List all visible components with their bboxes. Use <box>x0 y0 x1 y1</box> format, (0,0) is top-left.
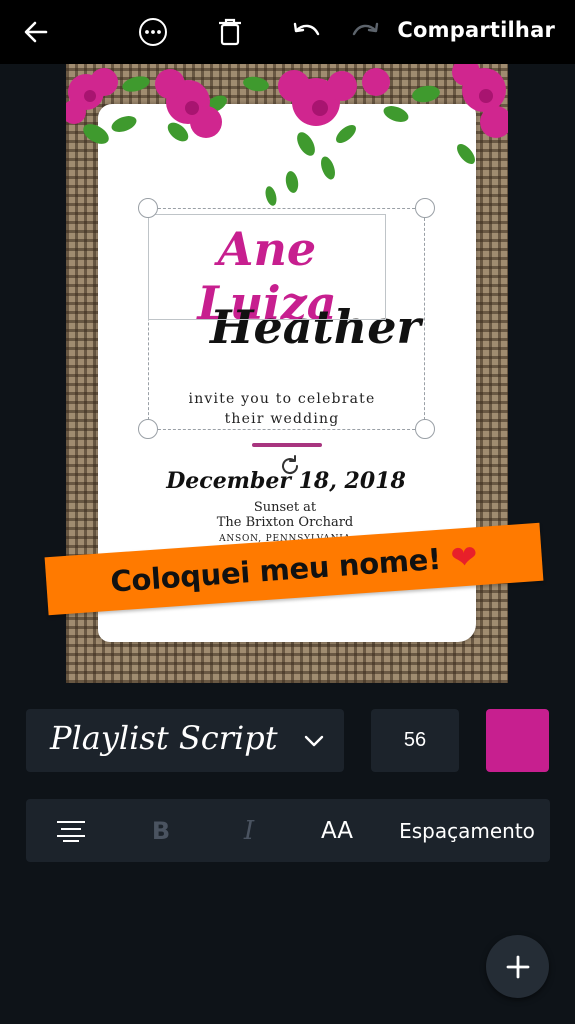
undo-icon <box>293 22 320 36</box>
font-size-field[interactable]: 56 <box>371 709 459 772</box>
align-button[interactable] <box>48 799 94 862</box>
trash-icon <box>219 18 241 46</box>
back-button[interactable] <box>18 14 54 50</box>
resize-handle-bottom-right[interactable] <box>415 419 435 439</box>
redo-icon <box>352 22 379 36</box>
text-frame <box>148 214 386 320</box>
resize-handle-bottom-left[interactable] <box>138 419 158 439</box>
share-button[interactable]: Compartilhar <box>397 18 555 42</box>
arrow-left-icon <box>24 21 48 43</box>
undo-button[interactable] <box>288 14 324 50</box>
rotate-handle[interactable] <box>276 452 304 480</box>
top-toolbar: Compartilhar <box>0 0 575 64</box>
flower-garland-image <box>66 64 508 206</box>
resize-handle-top-right[interactable] <box>415 198 435 218</box>
more-button[interactable] <box>135 14 171 50</box>
bold-button[interactable]: B <box>138 799 184 862</box>
resize-handle-top-left[interactable] <box>138 198 158 218</box>
text-color-swatch[interactable] <box>486 709 549 772</box>
more-horizontal-icon <box>139 18 167 46</box>
delete-button[interactable] <box>212 14 248 50</box>
heart-icon: ❤ <box>449 538 479 576</box>
align-center-icon <box>57 820 85 842</box>
time-text[interactable]: Sunset at <box>165 500 405 515</box>
font-picker[interactable]: Playlist Script <box>26 709 344 772</box>
font-name: Playlist Script <box>50 719 278 757</box>
uppercase-button[interactable]: AA <box>312 799 362 862</box>
redo-button[interactable] <box>348 14 384 50</box>
spacing-button[interactable]: Espaçamento <box>392 799 542 862</box>
add-button[interactable] <box>486 935 549 998</box>
format-toolbar: B I AA Espaçamento <box>26 799 550 862</box>
italic-button[interactable]: I <box>226 799 272 862</box>
rotate-icon <box>282 455 299 475</box>
accent-divider <box>252 443 322 447</box>
chevron-down-icon <box>304 735 324 747</box>
banner-text: Coloquei meu nome! <box>109 541 442 599</box>
venue-text[interactable]: The Brixton Orchard <box>165 515 405 530</box>
plus-icon <box>506 955 529 978</box>
